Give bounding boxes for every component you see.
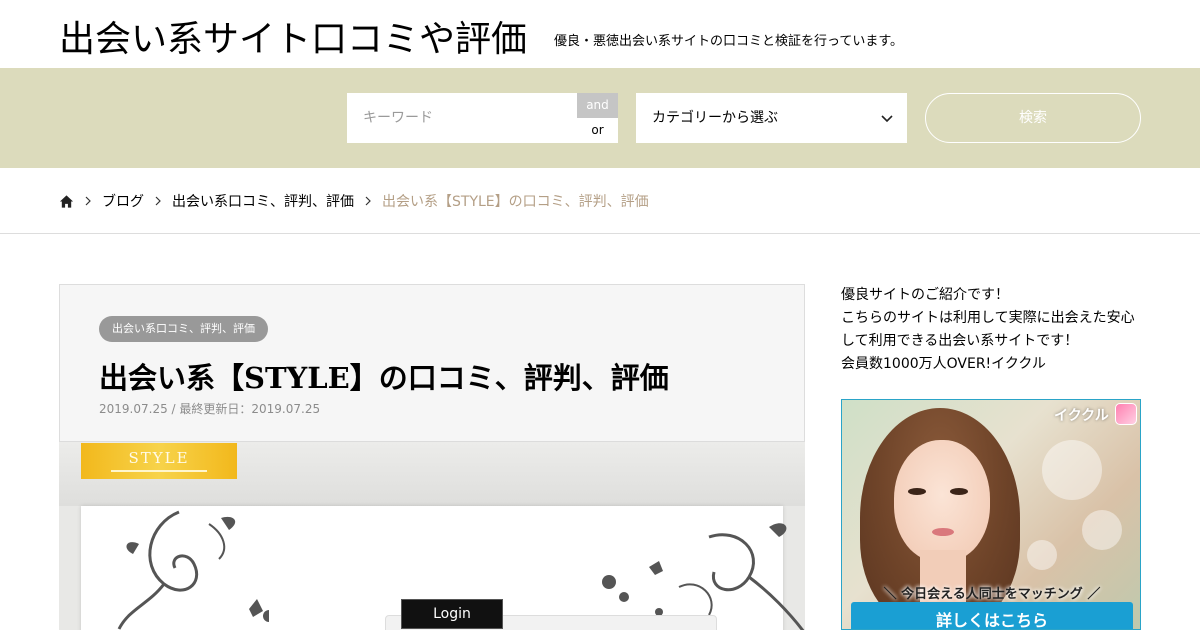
category-select-value: カテゴリーから選ぶ — [652, 110, 778, 126]
breadcrumb-item-blog[interactable]: ブログ — [102, 191, 144, 211]
chevron-right-icon — [365, 196, 371, 206]
article-header: 出会い系口コミ、評判、評価 出会い系【STYLE】の口コミ、評判、評価 2019… — [59, 284, 805, 442]
featured-image: STYLE Login — [59, 441, 805, 630]
sidebar-intro-line: 優良サイトのご紹介です！ — [841, 287, 1009, 303]
category-select[interactable]: カテゴリーから選ぶ — [636, 93, 907, 143]
ikukuru-app-icon — [1115, 403, 1137, 425]
keyword-input[interactable] — [347, 93, 577, 143]
style-logo: STYLE — [81, 443, 237, 479]
banner-model-lips — [932, 528, 954, 536]
sidebar-intro-line: こちらのサイトは利用して実際に出会えた安心して利用できる出会い系サイトです！ — [841, 310, 1135, 349]
banner-model-face — [894, 440, 990, 562]
site-title[interactable]: 出会い系サイト口コミや評価 — [59, 10, 527, 62]
search-mode-or[interactable]: or — [577, 118, 618, 143]
post-date: 2019.07.25 / 最終更新日：2019.07.25 — [99, 402, 321, 416]
style-logo-text: STYLE — [128, 448, 190, 467]
banner-cta-button[interactable]: 詳しくはこちら — [851, 602, 1133, 629]
sidebar-intro-line: 会員数1000万人OVER!イククル — [841, 356, 1046, 372]
home-icon[interactable] — [59, 194, 74, 209]
chevron-down-icon — [881, 115, 893, 123]
banner-brand: イククル — [1054, 408, 1109, 424]
search-mode-and[interactable]: and — [577, 93, 618, 118]
banner-model-eye — [950, 488, 968, 495]
search-button[interactable]: 検索 — [925, 93, 1141, 143]
breadcrumb-item-category[interactable]: 出会い系口コミ、評判、評価 — [172, 191, 354, 211]
login-button-image: Login — [401, 599, 503, 629]
header-divider — [0, 233, 1200, 234]
site-header: 出会い系サイト口コミや評価 優良・悪徳出会い系サイトの口コミと検証を行っています… — [0, 0, 1200, 68]
site-description: 優良・悪徳出会い系サイトの口コミと検証を行っています。 — [554, 34, 904, 49]
chevron-right-icon — [85, 196, 91, 206]
style-logo-underline — [111, 469, 207, 472]
chevron-right-icon — [155, 196, 161, 206]
ikukuru-banner-ad[interactable]: イククル ＼ 今日会える人同士をマッチング ／ 詳しくはこちら — [841, 399, 1141, 630]
floral-ornament-right — [602, 523, 805, 630]
banner-bokeh — [1042, 440, 1102, 500]
search-mode-toggle: and or — [577, 93, 618, 143]
breadcrumb-current: 出会い系【STYLE】の口コミ、評判、評価 — [382, 194, 649, 210]
floral-ornament-left — [117, 510, 269, 630]
sidebar-intro: 優良サイトのご紹介です！ こちらのサイトは利用して実際に出会えた安心して利用でき… — [841, 284, 1141, 376]
search-bar: and or カテゴリーから選ぶ 検索 — [0, 68, 1200, 168]
category-badge[interactable]: 出会い系口コミ、評判、評価 — [99, 316, 268, 342]
banner-tagline: ＼ 今日会える人同士をマッチング ／ — [883, 587, 1101, 602]
breadcrumb: ブログ 出会い系口コミ、評判、評価 出会い系【STYLE】の口コミ、評判、評価 — [59, 190, 659, 212]
banner-bokeh — [1082, 510, 1122, 550]
banner-model-eye — [908, 488, 926, 495]
banner-bokeh — [1027, 540, 1057, 570]
post-title: 出会い系【STYLE】の口コミ、評判、評価 — [99, 361, 669, 395]
